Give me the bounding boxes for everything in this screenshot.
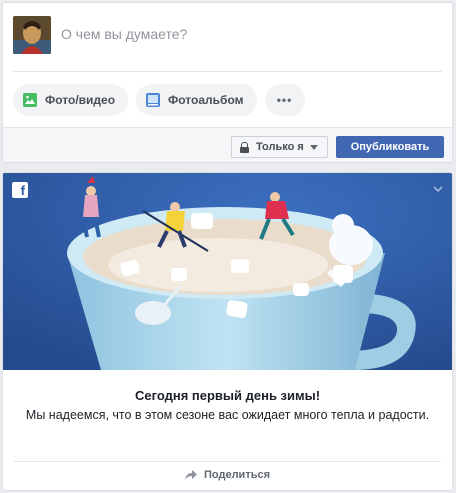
- privacy-selector[interactable]: Только я: [231, 136, 328, 158]
- photo-video-icon: [23, 93, 37, 107]
- chevron-down-icon[interactable]: [433, 184, 443, 194]
- caret-down-icon: [309, 144, 318, 150]
- composer-prompt-input[interactable]: О чем вы думаете?: [61, 26, 187, 42]
- composer-header: О чем вы думаете?: [3, 3, 452, 71]
- story-card: f Сегодня первый день зимы! Мы надеемся,…: [2, 172, 453, 491]
- facebook-logo-icon: f: [12, 182, 28, 198]
- publish-button[interactable]: Опубликовать: [336, 136, 444, 158]
- lock-icon: [240, 142, 249, 153]
- photo-album-button[interactable]: Фотоальбом: [136, 84, 257, 116]
- photo-album-icon: [146, 93, 161, 107]
- story-title: Сегодня первый день зимы!: [134, 388, 321, 403]
- composer-footer: Только я Опубликовать: [3, 127, 452, 162]
- divider: [13, 71, 442, 72]
- winter-mug-illustration: [3, 173, 452, 370]
- composer-actions: Фото/видео Фотоальбом •••: [13, 84, 305, 116]
- privacy-label: Только я: [256, 141, 304, 153]
- story-text: Мы надеемся, что в этом сезоне вас ожида…: [25, 408, 430, 422]
- avatar-image: [13, 16, 51, 54]
- photo-video-label: Фото/видео: [45, 93, 116, 107]
- photo-album-label: Фотоальбом: [168, 93, 244, 107]
- hero-illustration: f: [3, 173, 452, 370]
- divider: [14, 461, 441, 462]
- share-arrow-icon: [184, 470, 197, 480]
- post-composer: О чем вы думаете? Фото/видео Фотоальбом …: [2, 2, 453, 163]
- share-label: Поделиться: [203, 469, 271, 481]
- more-options-button[interactable]: •••: [264, 84, 305, 116]
- avatar[interactable]: [13, 16, 51, 54]
- share-button[interactable]: Поделиться: [3, 469, 452, 481]
- photo-video-button[interactable]: Фото/видео: [13, 84, 129, 116]
